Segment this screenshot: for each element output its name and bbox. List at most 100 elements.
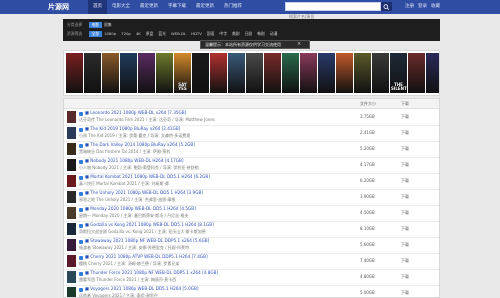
poster-thumbnail[interactable]: [282, 53, 299, 93]
movie-thumbnail[interactable]: [67, 239, 76, 251]
download-link[interactable]: 下载: [401, 114, 409, 120]
movie-thumbnail[interactable]: [67, 255, 76, 267]
download-link[interactable]: 下载: [401, 130, 409, 136]
resource-title[interactable]: ■ Leonardo 2021 1080p WEB-DL x264 [7.35G…: [85, 110, 347, 116]
list-item[interactable]: ■ Mortal Kombat 2021 1080p WEB-DL DD5.1 …: [64, 173, 439, 190]
poster-thumbnail[interactable]: THE SILENT: [390, 53, 407, 93]
poster-thumbnail[interactable]: SAY YES: [174, 53, 191, 93]
resource-title[interactable]: ■ Voyagers 2021 1080p WEB-DL DD5.1 H264 …: [85, 286, 347, 292]
list-item[interactable]: ■ Cherry 2021 1080p ATVP WEB-DL DDP5.1 H…: [64, 253, 439, 270]
resource-option[interactable]: 日剧: [242, 31, 255, 37]
resource-option[interactable]: 中字: [217, 31, 230, 37]
poster-thumbnail[interactable]: [138, 53, 155, 93]
poster-thumbnail[interactable]: [246, 53, 263, 93]
resource-option[interactable]: 国语: [204, 31, 217, 37]
poster-thumbnail[interactable]: [192, 53, 209, 93]
nav-item[interactable]: 热门推荐: [219, 0, 247, 14]
download-link[interactable]: 下载: [401, 162, 409, 168]
poster-thumbnail[interactable]: [210, 53, 227, 93]
list-item[interactable]: ■ Monday 2020 1080p WEB-DL DD5.1 H264 [4…: [64, 205, 439, 222]
resource-description: 偷渡者 Stowaway 2021 / 主演: 安娜·肯德里克 / 托妮·科莱特: [79, 245, 190, 250]
poster-thumbnail[interactable]: [408, 53, 425, 93]
header-link[interactable]: 登录: [416, 0, 429, 14]
poster-thumbnail[interactable]: [318, 53, 335, 93]
poster-thumbnail[interactable]: [156, 53, 173, 93]
list-item[interactable]: ■ The Kid 2019 1080p BluRay x264 [2.41GB…: [64, 125, 439, 142]
resource-title[interactable]: ■ Nobody 2021 1080p WEB-DL H264 [4.17GB]: [85, 158, 347, 164]
download-link[interactable]: 下载: [401, 146, 409, 152]
download-link[interactable]: 下载: [401, 210, 409, 216]
nav-item[interactable]: 首页: [88, 0, 107, 14]
resource-option[interactable]: 720p: [119, 31, 134, 37]
resource-title[interactable]: ■ The Dark Valley 2014 1080p BluRay x264…: [85, 142, 347, 148]
nav-item[interactable]: 电影大全: [107, 0, 135, 14]
resource-title[interactable]: ■ The Unholy 2021 1080p WEB-DL DD5.1 H26…: [85, 190, 347, 196]
search-field[interactable]: [285, 2, 381, 20]
movie-thumbnail[interactable]: [67, 111, 76, 123]
close-icon[interactable]: ×: [297, 42, 301, 47]
poster-thumbnail[interactable]: [336, 53, 353, 93]
list-item[interactable]: ■ The Dark Valley 2014 1080p BluRay x264…: [64, 141, 439, 158]
movie-thumbnail[interactable]: [67, 271, 76, 283]
resource-option[interactable]: HDTV: [189, 31, 205, 37]
list-item[interactable]: ■ Godzilla vs Kong 2021 1080p WEB-DL DD5…: [64, 221, 439, 238]
resource-option[interactable]: 动漫: [267, 31, 280, 37]
poster-thumbnail[interactable]: [426, 53, 439, 93]
poster-thumbnail[interactable]: [300, 53, 317, 93]
movie-thumbnail[interactable]: [67, 191, 76, 203]
movie-thumbnail[interactable]: [67, 143, 76, 155]
movie-thumbnail[interactable]: [67, 223, 76, 235]
nav-item[interactable]: 最近更新: [191, 0, 219, 14]
header-link[interactable]: 注册: [403, 0, 416, 14]
header-link[interactable]: 收藏: [429, 0, 442, 14]
download-link[interactable]: 下载: [401, 274, 409, 280]
resource-option[interactable]: 全部: [89, 31, 102, 37]
resource-option[interactable]: WEB-DL: [168, 31, 188, 37]
resource-title[interactable]: ■ The Kid 2019 1080p BluRay x264 [2.41GB…: [85, 126, 347, 132]
list-item[interactable]: ■ Leonardo 2021 1080p WEB-DL x264 [7.35G…: [64, 109, 439, 126]
resource-title[interactable]: ■ Mortal Kombat 2021 1080p WEB-DL DD5.1 …: [85, 174, 347, 180]
movie-thumbnail[interactable]: [67, 159, 76, 171]
resource-option[interactable]: 韩剧: [255, 31, 268, 37]
resource-option[interactable]: 美剧: [230, 31, 243, 37]
resource-option[interactable]: 原盘: [143, 31, 156, 37]
download-link[interactable]: 下载: [401, 226, 409, 232]
poster-thumbnail[interactable]: [66, 53, 83, 93]
poster-thumbnail[interactable]: [120, 53, 137, 93]
resource-title[interactable]: ■ Cherry 2021 1080p ATVP WEB-DL DDP5.1 H…: [85, 254, 347, 260]
download-link[interactable]: 下载: [401, 290, 409, 296]
movie-thumbnail[interactable]: [67, 287, 76, 297]
list-item[interactable]: ■ Nobody 2021 1080p WEB-DL H264 [4.17GB]…: [64, 157, 439, 174]
poster-thumbnail[interactable]: [264, 53, 281, 93]
list-item[interactable]: ■ The Unholy 2021 1080p WEB-DL DD5.1 H26…: [64, 189, 439, 206]
poster-thumbnail[interactable]: [102, 53, 119, 93]
category-option[interactable]: 电影: [89, 22, 102, 28]
download-link[interactable]: 下载: [401, 178, 409, 184]
resource-title[interactable]: ■ Thunder Force 2021 1080p NF WEB-DL DDP…: [85, 270, 347, 276]
poster-thumbnail[interactable]: [84, 53, 101, 93]
list-item[interactable]: ■ Stowaway 2021 1080p NF WEB-DL DDP5.1 x…: [64, 237, 439, 254]
movie-thumbnail[interactable]: [67, 127, 76, 139]
site-logo[interactable]: 片源网: [48, 2, 69, 12]
download-link[interactable]: 下载: [401, 194, 409, 200]
resource-option[interactable]: 1080p: [102, 31, 119, 37]
resource-option[interactable]: 4K: [133, 31, 143, 37]
search-button[interactable]: [381, 2, 392, 11]
movie-thumbnail[interactable]: [67, 207, 76, 219]
list-item[interactable]: ■ Thunder Force 2021 1080p NF WEB-DL DDP…: [64, 269, 439, 286]
file-size: 2.41GB: [360, 130, 375, 135]
nav-item[interactable]: 字幕下载: [163, 0, 191, 14]
poster-thumbnail[interactable]: [228, 53, 245, 93]
movie-thumbnail[interactable]: [67, 175, 76, 187]
poster-thumbnail[interactable]: [372, 53, 389, 93]
download-link[interactable]: 下载: [401, 258, 409, 264]
resource-title[interactable]: ■ Stowaway 2021 1080p NF WEB-DL DDP5.1 x…: [85, 238, 347, 244]
nav-item[interactable]: 最近更新: [135, 0, 163, 14]
poster-thumbnail[interactable]: [354, 53, 371, 93]
resource-title[interactable]: ■ Godzilla vs Kong 2021 1080p WEB-DL DD5…: [85, 222, 347, 228]
download-link[interactable]: 下载: [401, 242, 409, 248]
list-item[interactable]: ■ Voyagers 2021 1080p WEB-DL DD5.1 H264 …: [64, 285, 439, 297]
category-option[interactable]: 剧集: [102, 22, 115, 28]
resource-title[interactable]: ■ Monday 2020 1080p WEB-DL DD5.1 H264 [4…: [85, 206, 347, 212]
resource-option[interactable]: 蓝光: [156, 31, 169, 37]
